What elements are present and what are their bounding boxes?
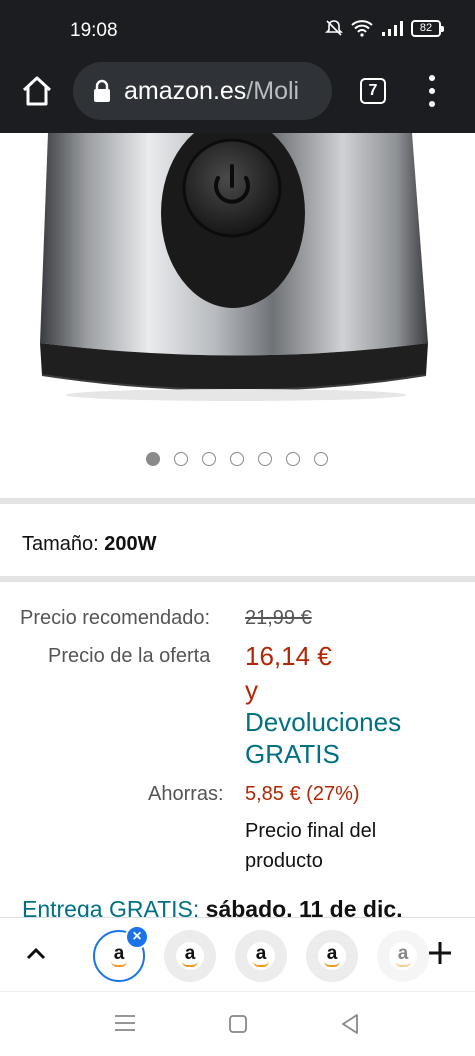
system-nav-bar (0, 991, 475, 1056)
battery-icon: 82 (411, 19, 444, 37)
gallery-dot[interactable] (230, 452, 244, 466)
offer-price: 16,14 € (245, 641, 332, 671)
back-icon[interactable] (340, 1013, 360, 1035)
offer-price-label: Precio de la oferta (48, 645, 211, 667)
tab-thumbnail[interactable]: a (377, 930, 429, 982)
variant-row[interactable]: Tamaño: 200W (22, 533, 157, 556)
final-price-note: Precio final del (245, 820, 377, 842)
section-divider (0, 498, 475, 504)
and-text: y (245, 675, 258, 705)
status-bar: 19:08 82 (0, 0, 475, 60)
gallery-dot[interactable] (146, 452, 160, 466)
tab-thumbnail[interactable]: a (306, 930, 358, 982)
recents-icon[interactable] (114, 1014, 136, 1032)
variant-label: Tamaño: (22, 533, 99, 555)
gallery-dot[interactable] (174, 452, 188, 466)
amazon-favicon-icon: a (247, 942, 275, 970)
list-price: 21,99 € (245, 607, 312, 629)
amazon-favicon-icon: a (389, 942, 417, 970)
url-text: amazon.es/Moli (124, 77, 299, 106)
free-returns-link-line2[interactable]: GRATIS (245, 739, 340, 770)
gallery-dot[interactable] (314, 452, 328, 466)
new-tab-icon[interactable] (427, 940, 453, 966)
variant-value: 200W (104, 533, 157, 555)
section-divider (0, 576, 475, 582)
amazon-favicon-icon: a (318, 942, 346, 970)
signal-icon (382, 21, 403, 36)
lock-icon (94, 79, 110, 102)
savings-label: Ahorras: (148, 783, 224, 805)
close-tab-icon[interactable]: × (125, 925, 149, 949)
wifi-icon (351, 20, 373, 37)
tab-strip: a × a a a a (0, 917, 475, 991)
browser-chrome: 19:08 82 amazon.es/Moli 7 (0, 0, 475, 133)
url-domain: amazon.es (124, 76, 247, 105)
home-nav-icon[interactable] (228, 1014, 248, 1034)
gallery-pagination (146, 452, 328, 466)
more-options-icon[interactable] (426, 75, 440, 107)
chevron-up-icon[interactable] (24, 944, 48, 964)
mute-notification-icon (325, 20, 343, 36)
url-path: /Moli (246, 76, 300, 105)
amazon-favicon-icon: a (176, 942, 204, 970)
savings-value: 5,85 € (27%) (245, 783, 360, 805)
final-price-note-line2: producto (245, 850, 323, 872)
gallery-dot[interactable] (202, 452, 216, 466)
status-time: 19:08 (70, 20, 118, 41)
status-icons: 82 (325, 19, 444, 37)
browser-toolbar: amazon.es/Moli 7 (0, 60, 475, 133)
list-price-label: Precio recomendado: (20, 607, 211, 629)
gallery-dot[interactable] (258, 452, 272, 466)
tab-thumbnail[interactable]: a (235, 930, 287, 982)
home-icon[interactable] (20, 74, 54, 108)
tab-thumbnail[interactable]: a (164, 930, 216, 982)
product-image[interactable] (0, 133, 475, 433)
free-returns-link[interactable]: Devoluciones (245, 707, 401, 738)
tab-switcher-button[interactable]: 7 (360, 78, 386, 104)
gallery-dot[interactable] (286, 452, 300, 466)
address-bar[interactable]: amazon.es/Moli (73, 62, 332, 120)
